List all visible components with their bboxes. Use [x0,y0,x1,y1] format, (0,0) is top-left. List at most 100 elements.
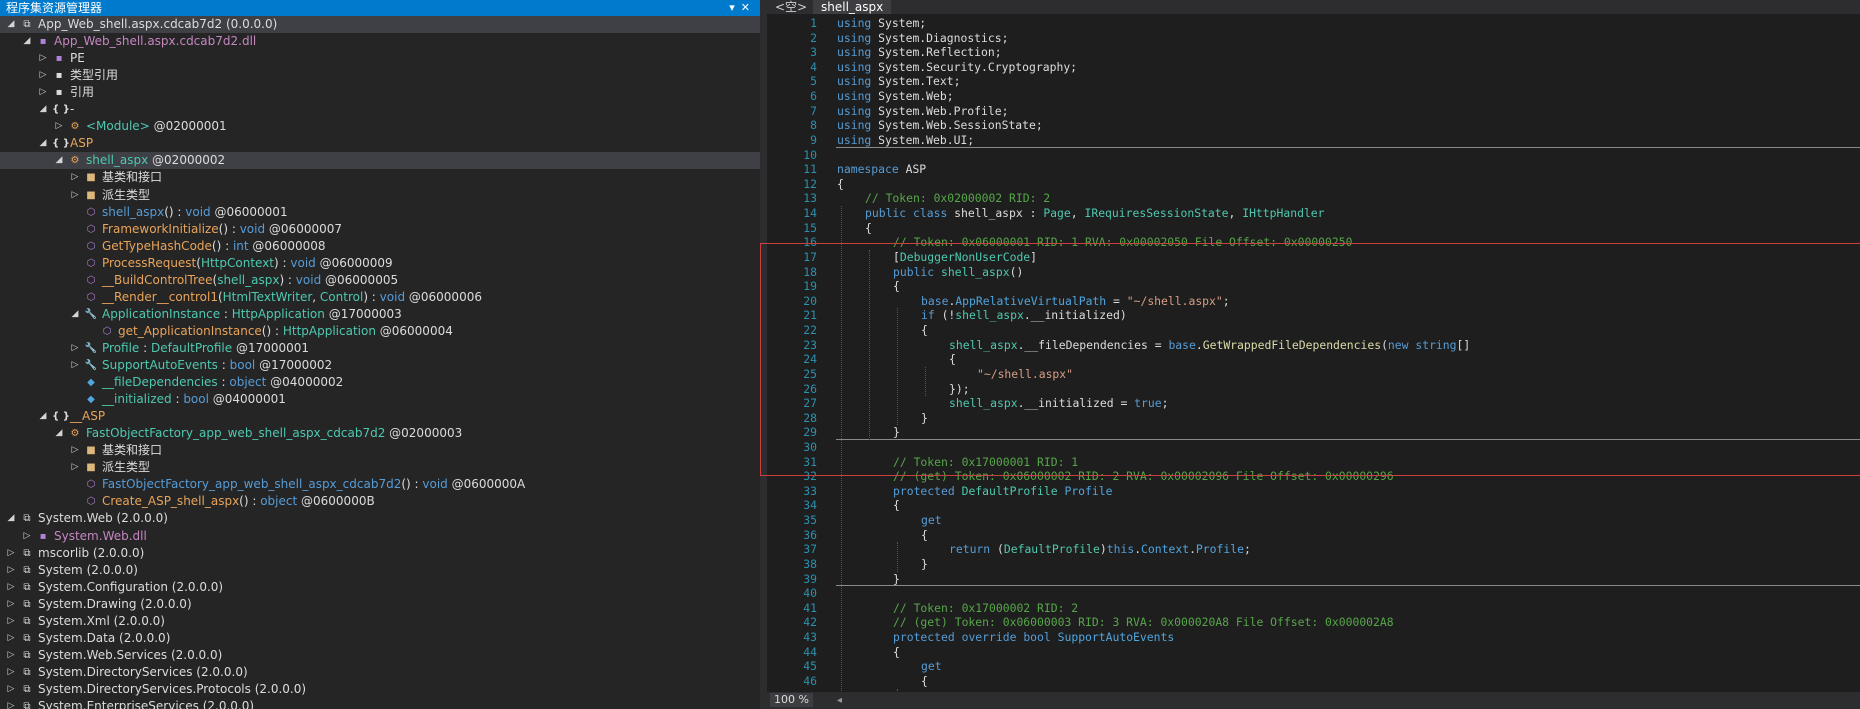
label-part: void [290,256,316,270]
tree-row[interactable]: ▷ 🔧 Profile : DefaultProfile @17000001 [0,340,760,357]
collapsed-arrow-icon[interactable]: ▷ [70,187,80,204]
collapsed-arrow-icon[interactable]: ▷ [70,169,80,186]
tree-row[interactable]: ▷ ⧉ System.Web.Services (2.0.0.0) [0,647,760,664]
class-icon: ⚙ [70,428,80,439]
collapsed-arrow-icon[interactable]: ▷ [22,528,32,545]
close-icon[interactable]: ✕ [741,1,756,14]
expanded-arrow-icon[interactable]: ◢ [6,510,16,527]
tree-row[interactable]: ◢ 🔧 ApplicationInstance : HttpApplication … [0,306,760,323]
expanded-arrow-icon[interactable]: ◢ [38,135,48,152]
tree-row[interactable]: ▷ ▪ System.Web.dll [0,528,760,545]
collapsed-arrow-icon[interactable]: ▷ [6,630,16,647]
label-part: shell_aspx [86,153,149,167]
tree-row[interactable]: ⬡ GetTypeHashCode() : int @06000008 [0,238,760,255]
zoom-level[interactable]: 100 % [770,693,813,707]
tree-row[interactable]: ⬡ __BuildControlTree(shell_aspx) : void @… [0,272,760,289]
collapsed-arrow-icon[interactable]: ▷ [70,442,80,459]
code-token: DebuggerNonUserCode [899,249,1031,264]
collapsed-arrow-icon[interactable]: ▷ [6,613,16,630]
panel-title-buttons[interactable]: ▾✕ [729,0,756,16]
tree-row[interactable]: ▷ ⚙ <Module> @02000001 [0,118,760,135]
code-line: 35 get [767,513,1860,528]
tree-row[interactable]: ▷ ⧉ System.EnterpriseServices (2.0.0.0) [0,698,760,709]
tree-row[interactable]: ▷ ▪ 引用 [0,84,760,101]
tree-row[interactable]: ▷ ⧉ System.DirectoryServices.Protocols (2.… [0,681,760,698]
tree-row[interactable]: ▷ ■ 派生类型 [0,459,760,476]
tree-row[interactable]: ▷ ⧉ System.DirectoryServices (2.0.0.0) [0,664,760,681]
tree-row[interactable]: ⬡ shell_aspx() : void @06000001 [0,204,760,221]
collapsed-arrow-icon[interactable]: ▷ [38,67,48,84]
expanded-arrow-icon[interactable]: ◢ [54,425,64,442]
code-editor[interactable]: 1 using System; 2 using System.Diagnostics;… [767,16,1860,704]
tree-row[interactable]: ▷ ■ 基类和接口 [0,169,760,186]
expanded-arrow-icon[interactable]: ◢ [22,33,32,50]
tree-row[interactable]: ▷ ■ 派生类型 [0,187,760,204]
dropdown-icon[interactable]: ▾ [729,1,741,14]
expanded-arrow-icon[interactable]: ◢ [6,16,16,33]
collapsed-arrow-icon[interactable]: ▷ [70,340,80,357]
tree-row[interactable]: ▷ ⧉ System (2.0.0.0) [0,562,760,579]
collapsed-arrow-icon[interactable]: ▷ [6,664,16,681]
tab-shell-aspx[interactable]: shell_aspx [813,0,892,14]
tree-row[interactable]: ⬡ FrameworkInitialize() : void @06000007 [0,221,760,238]
code-line: 41 // Token: 0x17000002 RID: 2 [767,601,1860,616]
tree-row[interactable]: ▷ ⧉ System.Xml (2.0.0.0) [0,613,760,630]
expanded-arrow-icon[interactable]: ◢ [54,152,64,169]
collapsed-arrow-icon[interactable]: ▷ [6,596,16,613]
code-text: } [893,572,900,587]
tab-empty[interactable]: <空> [767,0,815,14]
tree-row[interactable]: ▷ ▪ PE [0,50,760,67]
tree-row[interactable]: ⬡ Create_ASP_shell_aspx() : object @06000… [0,493,760,510]
code-line: 5 using System.Text; [767,74,1860,89]
tree-row[interactable]: ◢ ⚙ shell_aspx @02000002 [0,152,760,169]
collapsed-arrow-icon[interactable]: ▷ [38,50,48,67]
tree-row[interactable]: ◢ ⚙ FastObjectFactory_app_web_shell_aspx_c… [0,425,760,442]
tree-row[interactable]: ◢ ⧉ App_Web_shell.aspx.cdcab7d2 (0.0.0.0) [0,16,760,33]
line-number: 37 [803,542,817,557]
tree-row[interactable]: ▷ 🔧 SupportAutoEvents : bool @17000002 [0,357,760,374]
tree-row[interactable]: ⬡ FastObjectFactory_app_web_shell_aspx_cd… [0,476,760,493]
expanded-arrow-icon[interactable]: ◢ [70,306,80,323]
tree-row[interactable]: ◢ { } - [0,101,760,118]
collapsed-arrow-icon[interactable]: ▷ [6,681,16,698]
code-text: // (get) Token: 0x06000003 RID: 3 RVA: 0… [893,615,1394,630]
collapsed-arrow-icon[interactable]: ▷ [6,698,16,709]
label-part: System.Web (2.0.0.0) [38,511,168,525]
tree-row[interactable]: ▷ ⧉ System.Drawing (2.0.0.0) [0,596,760,613]
code-line: 19 { [767,279,1860,294]
code-line: 37 return (DefaultProfile)this.Context.Pr… [767,542,1860,557]
tree-row[interactable]: ◆ __fileDependencies : object @04000002 [0,374,760,391]
line-number: 7 [810,103,817,118]
collapsed-arrow-icon[interactable]: ▷ [70,357,80,374]
collapsed-arrow-icon[interactable]: ▷ [6,647,16,664]
tree-row[interactable]: ◢ { } ASP [0,135,760,152]
tree-row[interactable]: ▷ ▪ 类型引用 [0,67,760,84]
collapsed-arrow-icon[interactable]: ▷ [6,562,16,579]
tree-row[interactable]: ◢ ⧉ System.Web (2.0.0.0) [0,510,760,527]
collapsed-arrow-icon[interactable]: ▷ [6,545,16,562]
tree-row[interactable]: ▷ ⧉ System.Configuration (2.0.0.0) [0,579,760,596]
collapsed-arrow-icon[interactable]: ▷ [6,579,16,596]
tree-row-label: <Module> @02000001 [86,118,227,135]
collapsed-arrow-icon[interactable]: ▷ [70,459,80,476]
tree-row[interactable]: ◢ ▪ App_Web_shell.aspx.cdcab7d2.dll [0,33,760,50]
tree-row[interactable]: ⬡ __Render__control1(HtmlTextWriter, Cont… [0,289,760,306]
assembly-icon: ⧉ [23,684,31,695]
tree-row[interactable]: ⬡ get_ApplicationInstance() : HttpApplica… [0,323,760,340]
panel-splitter[interactable] [760,0,767,709]
scroll-left-icon[interactable]: ◂ [837,692,842,709]
tree-row[interactable]: ▷ ■ 基类和接口 [0,442,760,459]
tree-row[interactable]: ◢ { } __ASP [0,408,760,425]
tree-row[interactable]: ▷ ⧉ System.Data (2.0.0.0) [0,630,760,647]
tree-row[interactable]: ⬡ ProcessRequest(HttpContext) : void @060… [0,255,760,272]
code-text: using System.Web.UI; [837,133,974,148]
tree-row-label: System.Configuration (2.0.0.0) [38,579,223,596]
expanded-arrow-icon[interactable]: ◢ [38,408,48,425]
tree-row[interactable]: ◆ __initialized : bool @04000001 [0,391,760,408]
collapsed-arrow-icon[interactable]: ▷ [38,84,48,101]
expanded-arrow-icon[interactable]: ◢ [38,101,48,118]
code-token: // Token: 0x17000001 RID: 1 [893,454,1079,469]
tree-row-label: System.DirectoryServices (2.0.0.0) [38,664,248,681]
collapsed-arrow-icon[interactable]: ▷ [54,118,64,135]
tree-row[interactable]: ▷ ⧉ mscorlib (2.0.0.0) [0,545,760,562]
